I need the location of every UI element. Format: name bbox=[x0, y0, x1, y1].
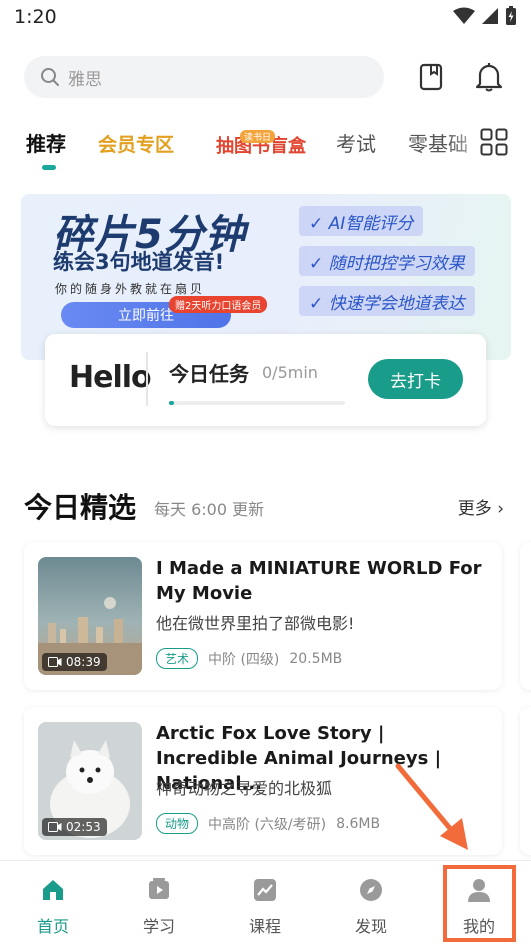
video-camera-icon bbox=[48, 657, 62, 667]
video-meta: 艺术 中阶 (四级) 20.5MB bbox=[156, 648, 342, 669]
tab-recommend[interactable]: 推荐 bbox=[26, 128, 66, 157]
nav-discover[interactable]: 发现 bbox=[331, 877, 411, 937]
video-duration: 08:39 bbox=[42, 653, 107, 671]
wifi-icon bbox=[453, 7, 475, 24]
grid-icon bbox=[480, 128, 508, 156]
search-placeholder: 雅思 bbox=[68, 69, 102, 90]
status-time: 1:20 bbox=[14, 6, 57, 28]
nav-home-label: 首页 bbox=[36, 917, 69, 936]
battery-icon bbox=[506, 6, 516, 25]
bell-icon bbox=[475, 63, 503, 92]
banner-subtitle: 练会3句地道发音! bbox=[53, 250, 225, 274]
video-duration: 02:53 bbox=[42, 818, 107, 836]
search-input[interactable]: 雅思 bbox=[24, 56, 384, 98]
video-tag: 艺术 bbox=[156, 648, 199, 669]
study-icon bbox=[149, 878, 169, 899]
video-duration-text: 02:53 bbox=[66, 820, 101, 834]
hello-text: Hello bbox=[69, 360, 152, 395]
home-icon bbox=[43, 880, 63, 900]
video-chinese-title: 神奇动物之寻爱的北极狐 bbox=[156, 779, 333, 798]
video-duration-text: 08:39 bbox=[66, 655, 101, 669]
banner-tagline: 你的随身外教就在扇贝 bbox=[55, 282, 206, 296]
divider bbox=[146, 352, 148, 406]
category-tabs: 推荐 会员专区 抽图书盲盒 读书日 考试 零基础 bbox=[26, 124, 531, 170]
video-chinese-title: 他在微世界里拍了部微电影! bbox=[156, 614, 355, 633]
video-title: I Made a MINIATURE WORLD For My Movie bbox=[156, 558, 482, 604]
video-tag: 动物 bbox=[156, 813, 199, 834]
section-title: 今日精选 bbox=[24, 491, 137, 524]
vocabulary-book-button[interactable] bbox=[414, 60, 448, 94]
banner-feature: ✓ AI智能评分 bbox=[299, 206, 424, 236]
checkin-button[interactable]: 去打卡 bbox=[368, 359, 463, 399]
notification-button[interactable] bbox=[472, 60, 506, 94]
banner-feature: ✓ 快速学会地道表达 bbox=[299, 286, 475, 316]
signal-icon bbox=[482, 8, 498, 24]
all-categories-button[interactable] bbox=[480, 128, 510, 158]
search-icon bbox=[41, 68, 59, 86]
task-label: 今日任务 bbox=[169, 362, 249, 386]
tab-vip-zone[interactable]: 会员专区 bbox=[98, 130, 174, 157]
nav-study[interactable]: 学习 bbox=[119, 877, 199, 937]
annotation-arrow-icon bbox=[395, 763, 468, 850]
nav-courses-label: 课程 bbox=[248, 917, 281, 936]
video-card-peek bbox=[520, 542, 531, 690]
video-camera-icon bbox=[48, 822, 62, 832]
video-meta: 动物 中高阶 (六级/考研) 8.6MB bbox=[156, 813, 380, 834]
section-header: 今日精选 每天 6:00 更新 更多 › bbox=[24, 484, 504, 524]
task-progress-bar bbox=[169, 401, 345, 405]
search-row: 雅思 bbox=[24, 56, 514, 98]
video-level: 中阶 (四级) bbox=[208, 651, 280, 668]
compass-icon bbox=[360, 879, 382, 901]
nav-courses[interactable]: 课程 bbox=[225, 877, 305, 937]
tab-blind-box-badge: 读书日 bbox=[240, 130, 276, 143]
video-card[interactable]: 08:39 I Made a MINIATURE WORLD For My Mo… bbox=[24, 542, 502, 690]
status-icons bbox=[453, 6, 517, 26]
daily-task-card: Hello 今日任务 0/5min 去打卡 bbox=[45, 334, 486, 426]
tab-blind-box[interactable]: 抽图书盲盒 读书日 bbox=[216, 130, 306, 158]
task-progress-text: 0/5min bbox=[262, 363, 318, 382]
status-bar: 1:20 bbox=[0, 0, 531, 36]
video-level: 中高阶 (六级/考研) bbox=[208, 816, 327, 833]
courses-icon bbox=[254, 879, 276, 901]
nav-discover-label: 发现 bbox=[354, 917, 387, 936]
banner-gift-badge: 赠2天听力口语会员 bbox=[169, 296, 268, 313]
tab-exam[interactable]: 考试 bbox=[336, 128, 376, 157]
video-size: 20.5MB bbox=[289, 650, 343, 667]
book-icon bbox=[419, 63, 443, 91]
more-link[interactable]: 更多 › bbox=[458, 494, 504, 519]
video-size: 8.6MB bbox=[336, 815, 381, 832]
video-thumbnail: 08:39 bbox=[38, 557, 142, 675]
annotation-highlight-box bbox=[443, 865, 516, 942]
video-card-peek bbox=[520, 707, 531, 855]
tab-active-indicator bbox=[42, 165, 56, 170]
banner-feature: ✓ 随时把控学习效果 bbox=[299, 246, 475, 276]
section-subtitle: 每天 6:00 更新 bbox=[154, 500, 265, 519]
nav-home[interactable]: 首页 bbox=[13, 877, 93, 937]
nav-study-label: 学习 bbox=[142, 917, 175, 936]
task-progress-fill bbox=[169, 401, 175, 405]
video-thumbnail: 02:53 bbox=[38, 722, 142, 840]
